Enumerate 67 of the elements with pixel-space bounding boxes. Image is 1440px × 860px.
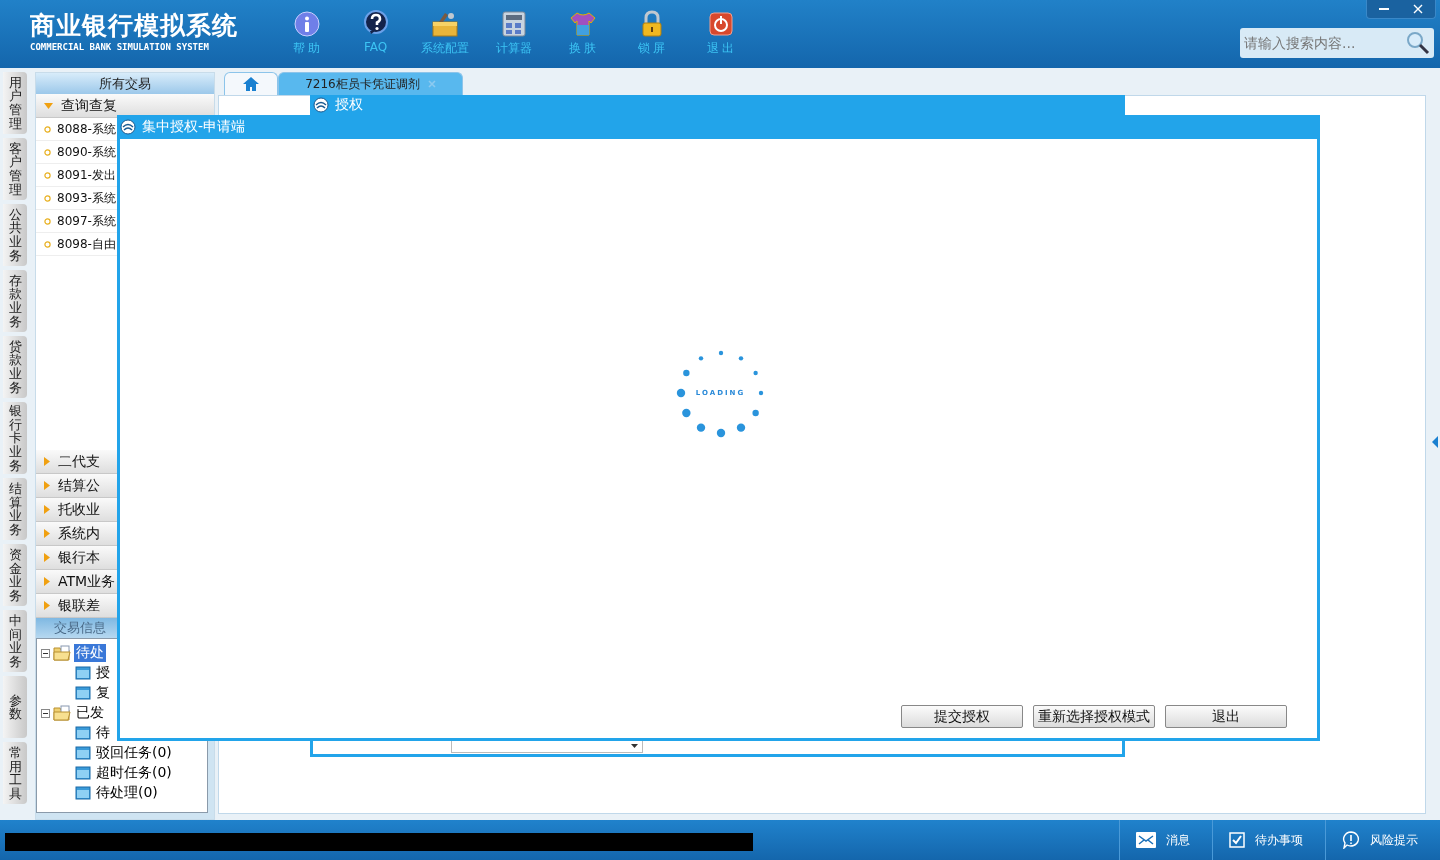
dialog-button[interactable]: 退出 bbox=[1165, 705, 1287, 728]
tab[interactable]: 7216柜员卡凭证调剂 bbox=[278, 72, 463, 95]
app-subtitle: COMMERCIAL BANK SIMULATION SYSTEM bbox=[30, 42, 210, 52]
speech-bubble-icon bbox=[1342, 831, 1360, 849]
folder-icon bbox=[75, 746, 91, 760]
close-icon bbox=[1413, 4, 1423, 14]
status-button[interactable]: 消息 bbox=[1119, 820, 1212, 860]
side-tab[interactable]: 用户管理 bbox=[3, 72, 27, 134]
lock-icon bbox=[639, 10, 664, 38]
side-tab[interactable]: 公共业务 bbox=[3, 204, 27, 266]
tree-node[interactable]: 授 bbox=[94, 664, 112, 682]
collapse-icon[interactable] bbox=[41, 648, 50, 658]
tree-node[interactable]: 已发 bbox=[74, 704, 106, 722]
toolbox-icon bbox=[430, 10, 459, 38]
checkbox-icon bbox=[1229, 832, 1245, 848]
dialog-button[interactable]: 重新选择授权模式 bbox=[1033, 705, 1155, 728]
tree-node[interactable]: 超时任务(0) bbox=[94, 764, 174, 782]
circle-icon bbox=[44, 171, 51, 179]
tree-node[interactable]: 驳回任务(0) bbox=[94, 744, 174, 762]
circle-icon bbox=[44, 194, 51, 202]
folder-icon bbox=[75, 786, 91, 800]
folder-icon bbox=[53, 705, 71, 721]
minimize-icon bbox=[1379, 8, 1389, 10]
side-tab[interactable]: 客户管理 bbox=[3, 138, 27, 200]
accordion-header[interactable]: 查询查复 bbox=[36, 94, 214, 118]
dialog-button[interactable]: 提交授权 bbox=[901, 705, 1023, 728]
info-icon bbox=[293, 10, 320, 38]
tree-node[interactable]: 待处理(0) bbox=[94, 784, 160, 802]
globe-icon bbox=[120, 119, 136, 135]
circle-icon bbox=[44, 240, 51, 248]
side-tab[interactable]: 银行卡业务 bbox=[3, 402, 27, 475]
circle-icon bbox=[44, 148, 51, 156]
side-tab[interactable]: 参数 bbox=[3, 676, 27, 739]
side-tab[interactable]: 贷款业务 bbox=[3, 336, 27, 398]
caret-down-icon bbox=[631, 744, 638, 748]
folder-icon bbox=[75, 766, 91, 780]
side-tab[interactable]: 常用工具 bbox=[3, 742, 27, 805]
home-tab[interactable] bbox=[224, 72, 278, 95]
side-tab[interactable]: 资金业务 bbox=[3, 544, 27, 607]
folder-icon bbox=[75, 666, 91, 680]
status-button[interactable]: 待办事项 bbox=[1212, 820, 1325, 860]
folder-icon bbox=[53, 645, 71, 661]
status-button[interactable]: 风险提示 bbox=[1325, 820, 1440, 860]
tree-node[interactable]: 复 bbox=[94, 684, 112, 702]
power-icon bbox=[708, 10, 733, 38]
panel-header: 所有交易 bbox=[36, 73, 214, 94]
globe-icon bbox=[313, 97, 329, 113]
folder-icon bbox=[75, 726, 91, 740]
side-tab[interactable]: 存款业务 bbox=[3, 270, 27, 332]
side-tab[interactable]: 结算业务 bbox=[3, 478, 27, 541]
collapse-icon[interactable] bbox=[41, 708, 50, 718]
circle-icon bbox=[44, 125, 51, 133]
mail-icon bbox=[1136, 832, 1156, 848]
tree-node[interactable]: 待处 bbox=[74, 644, 106, 662]
tree-node[interactable]: 待 bbox=[94, 724, 112, 742]
calculator-icon bbox=[501, 10, 526, 38]
search-icon bbox=[1406, 31, 1430, 55]
shirt-icon bbox=[568, 10, 597, 38]
search-field[interactable]: 请输入搜索内容... bbox=[1240, 28, 1434, 58]
folder-icon bbox=[75, 686, 91, 700]
circle-icon bbox=[44, 217, 51, 225]
app-title: 商业银行模拟系统 bbox=[30, 12, 239, 40]
dialog-title-bar: 集中授权-申请端 bbox=[117, 115, 1320, 139]
side-tab[interactable]: 中间业务 bbox=[3, 610, 27, 673]
dialog-title-bar: 授权 bbox=[310, 95, 1125, 115]
collapse-arrow-icon[interactable] bbox=[1432, 436, 1438, 448]
home-icon bbox=[243, 77, 259, 91]
